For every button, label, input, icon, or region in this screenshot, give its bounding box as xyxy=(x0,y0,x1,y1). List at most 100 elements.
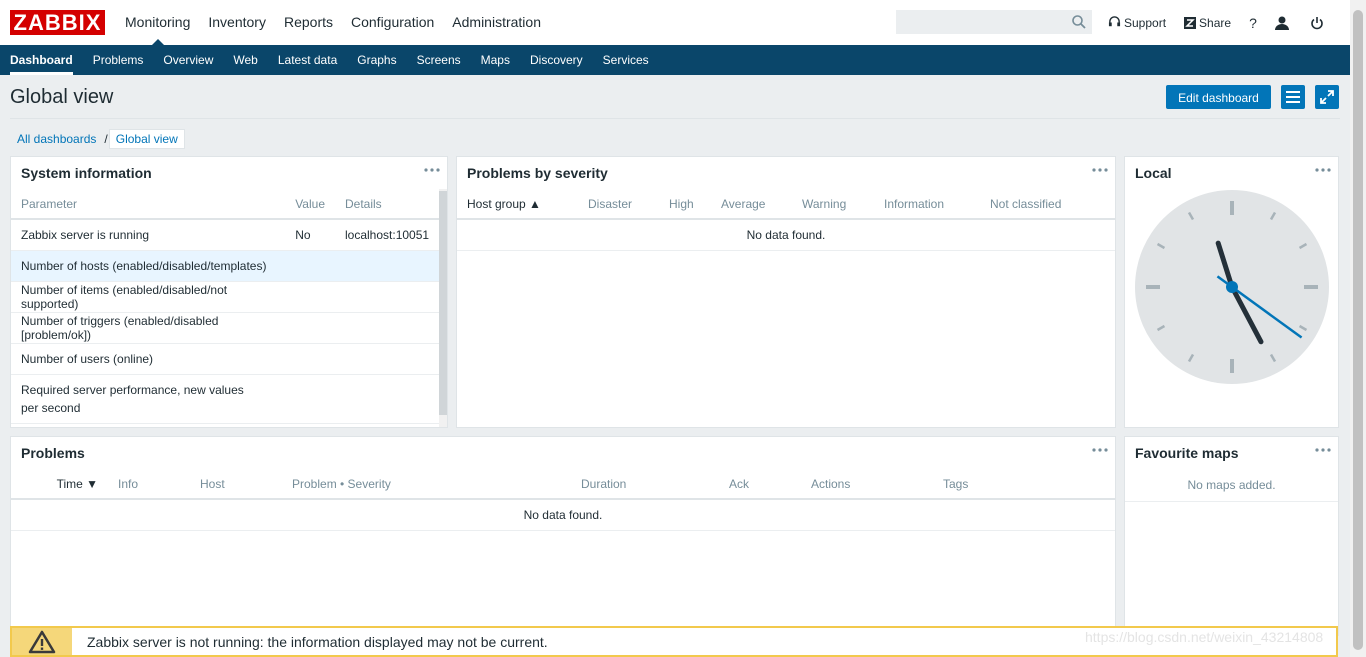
no-maps-message: No maps added. xyxy=(1125,469,1338,502)
table-row: Number of users (online) xyxy=(11,343,441,375)
analog-clock xyxy=(1135,190,1329,384)
column-header: Not classified xyxy=(980,189,1115,220)
fullscreen-button[interactable] xyxy=(1315,85,1339,109)
column-header-time[interactable]: Time ▼ xyxy=(11,469,108,500)
breadcrumb-all-dashboards[interactable]: All dashboards xyxy=(10,132,103,146)
param-cell: Number of items (enabled/disabled/not su… xyxy=(11,281,286,313)
table-row: Number of triggers (enabled/disabled [pr… xyxy=(11,312,441,344)
page-title: Global view xyxy=(10,86,114,108)
power-icon xyxy=(1311,16,1323,29)
widget-title: Problems xyxy=(21,445,85,461)
share-label: Share xyxy=(1199,15,1232,30)
widget-system-information: System information Parameter Value Detai… xyxy=(10,156,448,428)
widget-scrollbar[interactable] xyxy=(439,189,447,427)
value-cell xyxy=(285,250,335,282)
column-header-host-group[interactable]: Host group ▲ xyxy=(457,189,578,220)
widget-title: Favourite maps xyxy=(1135,445,1239,461)
subnav-discovery[interactable]: Discovery xyxy=(520,45,593,75)
main-nav: Monitoring Inventory Reports Configurati… xyxy=(116,0,550,46)
fullscreen-icon xyxy=(1320,90,1334,104)
signout-button[interactable] xyxy=(1310,16,1327,30)
value-cell xyxy=(285,374,335,424)
subnav-graphs[interactable]: Graphs xyxy=(347,45,406,75)
subnav-overview[interactable]: Overview xyxy=(153,45,223,75)
widget-options-icon[interactable] xyxy=(1091,441,1109,459)
subnav-problems[interactable]: Problems xyxy=(83,45,154,75)
subnav-services[interactable]: Services xyxy=(593,45,659,75)
watermark-text: https://blog.csdn.net/weixin_43214808 xyxy=(1085,629,1324,645)
widget-problems-by-severity: Problems by severity Host group ▲ Disast… xyxy=(456,156,1116,428)
subnav-maps[interactable]: Maps xyxy=(471,45,520,75)
page-scrollbar[interactable] xyxy=(1350,0,1366,657)
widget-favourite-maps: Favourite maps No maps added. xyxy=(1124,436,1339,636)
severity-table: Host group ▲ Disaster High Average Warni… xyxy=(457,189,1115,251)
widget-options-icon[interactable] xyxy=(1091,161,1109,179)
details-cell xyxy=(335,343,441,375)
no-data-message: No data found. xyxy=(457,219,1115,251)
search-icon[interactable] xyxy=(1071,14,1087,30)
value-cell xyxy=(285,343,335,375)
details-cell xyxy=(335,250,441,282)
details-cell: localhost:10051 xyxy=(335,219,441,251)
widget-options-icon[interactable] xyxy=(1314,441,1332,459)
column-header: Actions xyxy=(801,469,933,500)
help-button[interactable]: ? xyxy=(1249,15,1257,31)
param-cell: Required server performance, new values … xyxy=(11,374,286,424)
table-row: No data found. xyxy=(11,499,1115,531)
column-header: Details xyxy=(335,189,441,220)
subnav-dashboard[interactable]: Dashboard xyxy=(0,45,83,75)
profile-button[interactable] xyxy=(1274,16,1292,30)
header-tools: Support Share ? xyxy=(1108,0,1345,45)
nav-configuration[interactable]: Configuration xyxy=(342,0,443,45)
edit-dashboard-button[interactable]: Edit dashboard xyxy=(1166,85,1271,109)
value-cell: No xyxy=(285,219,335,251)
search-input[interactable] xyxy=(897,11,1079,33)
table-row: Zabbix server is running No localhost:10… xyxy=(11,219,441,251)
widget-title: System information xyxy=(21,165,152,181)
menu-icon xyxy=(1286,91,1300,103)
problems-table: Time ▼ Info Host Problem • Severity Dura… xyxy=(11,469,1115,531)
widget-options-icon[interactable] xyxy=(1314,161,1332,179)
nav-inventory[interactable]: Inventory xyxy=(199,0,275,45)
breadcrumb-current[interactable]: Global view xyxy=(108,129,185,149)
column-header: Information xyxy=(874,189,980,220)
no-data-message: No data found. xyxy=(11,499,1115,531)
column-header: Tags xyxy=(933,469,1115,500)
title-divider xyxy=(10,118,1340,119)
widget-options-icon[interactable] xyxy=(423,161,441,179)
nav-monitoring[interactable]: Monitoring xyxy=(116,0,199,46)
table-row: No data found. xyxy=(457,219,1115,251)
headset-icon xyxy=(1108,16,1121,27)
table-row: Number of items (enabled/disabled/not su… xyxy=(11,281,441,313)
breadcrumb: All dashboards / Global view xyxy=(10,129,185,149)
warning-icon xyxy=(12,628,72,655)
nav-reports[interactable]: Reports xyxy=(275,0,342,45)
subnav-latest-data[interactable]: Latest data xyxy=(268,45,347,75)
table-row: Number of hosts (enabled/disabled/templa… xyxy=(11,250,441,282)
share-link[interactable]: Share xyxy=(1184,16,1231,30)
widget-problems: Problems Time ▼ Info Host Problem • Seve… xyxy=(10,436,1116,636)
table-row: Required server performance, new values … xyxy=(11,374,441,424)
column-header: Parameter xyxy=(11,189,286,220)
column-header: Host xyxy=(190,469,282,500)
column-header: Disaster xyxy=(578,189,659,220)
param-cell: Number of triggers (enabled/disabled [pr… xyxy=(11,312,286,344)
column-header: Average xyxy=(711,189,792,220)
details-cell xyxy=(335,374,441,424)
dashboard-menu-button[interactable] xyxy=(1281,85,1305,109)
param-cell: Number of users (online) xyxy=(11,343,286,375)
scrollbar-thumb[interactable] xyxy=(1353,10,1363,650)
param-cell: Zabbix server is running xyxy=(11,219,286,251)
support-link[interactable]: Support xyxy=(1108,16,1166,30)
nav-administration[interactable]: Administration xyxy=(443,0,550,45)
value-cell xyxy=(285,312,335,344)
column-header: High xyxy=(659,189,711,220)
widget-scrollbar-thumb[interactable] xyxy=(439,191,447,415)
subnav-web[interactable]: Web xyxy=(223,45,267,75)
zabbix-logo[interactable]: ZABBIX xyxy=(10,10,105,35)
subnav-screens[interactable]: Screens xyxy=(407,45,471,75)
column-header: Duration xyxy=(571,469,719,500)
param-cell: Number of hosts (enabled/disabled/templa… xyxy=(11,250,286,282)
widget-title: Local xyxy=(1135,165,1172,181)
widget-title: Problems by severity xyxy=(467,165,608,181)
